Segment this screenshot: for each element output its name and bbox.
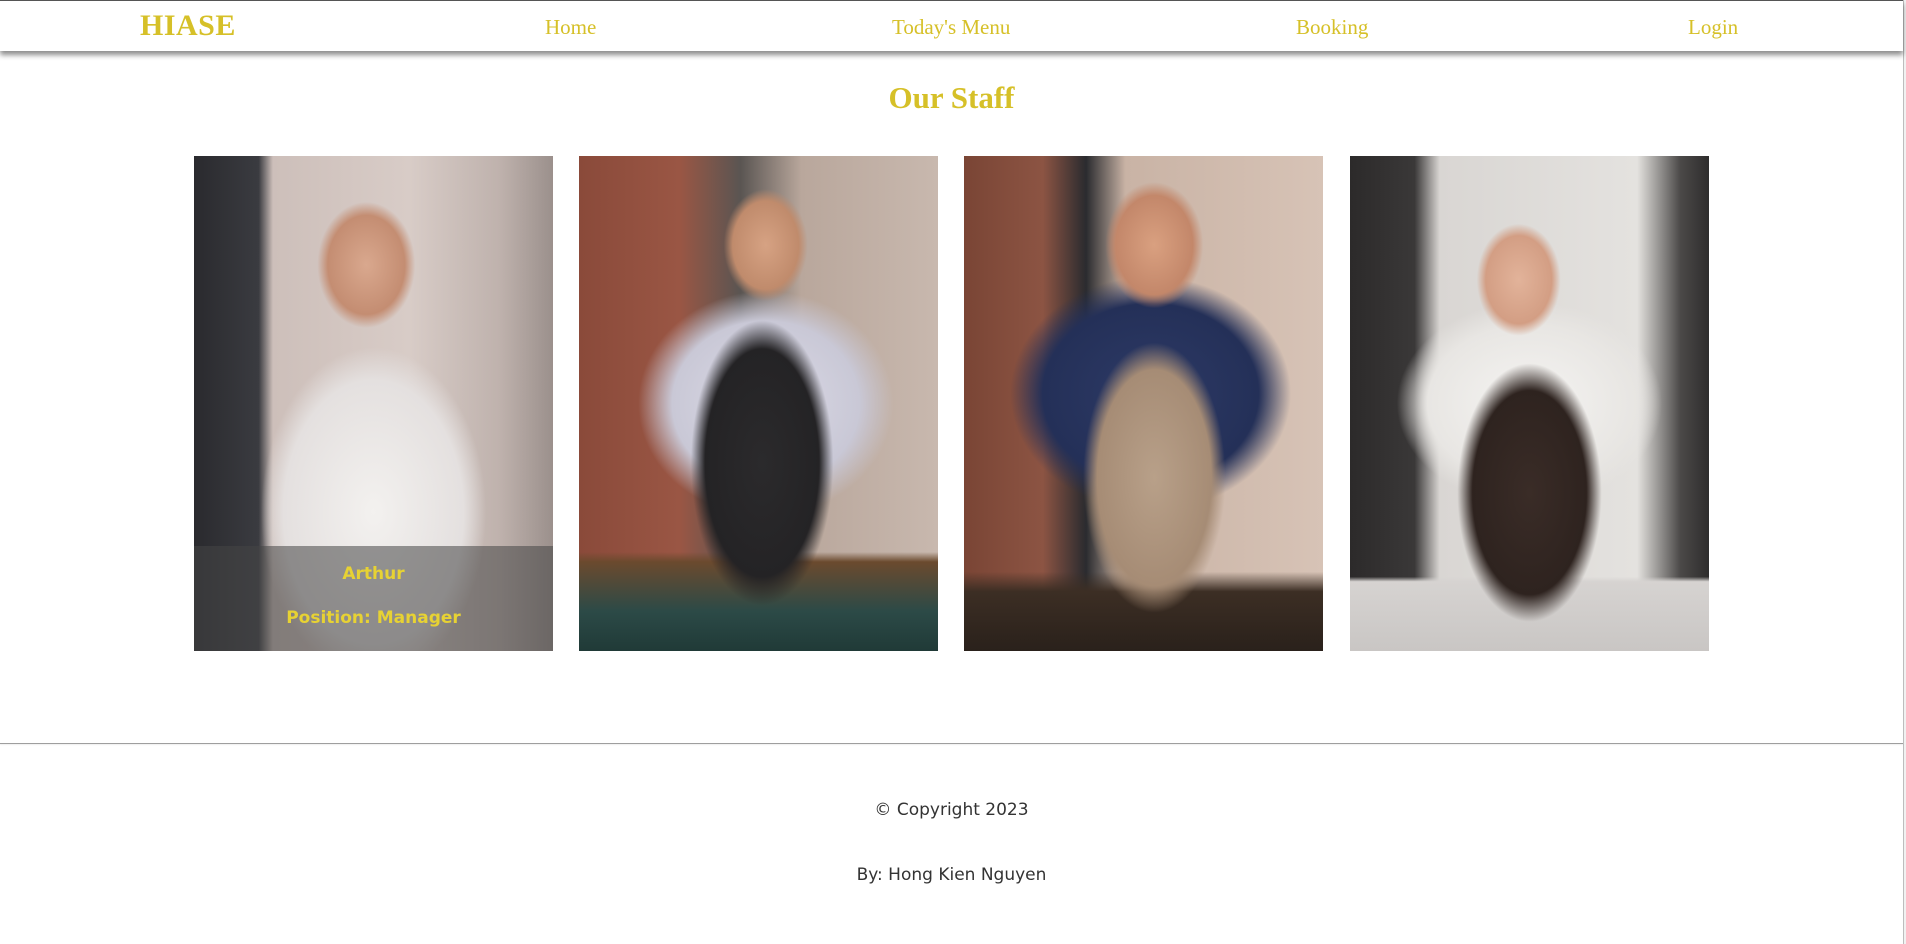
staff-photo-4 [1350,156,1709,651]
staff-card-2[interactable] [579,156,938,651]
footer-author: By: Hong Kien Nguyen [856,865,1047,885]
staff-position: Position: Manager [286,608,461,628]
nav-link-home[interactable]: Home [545,15,596,40]
staff-name: Arthur [342,564,405,584]
footer-divider [0,743,1903,744]
nav-link-booking[interactable]: Booking [1296,15,1368,40]
staff-card-1[interactable]: Arthur Position: Manager [194,156,553,651]
top-navbar: HIASE Home Today's Menu Booking Login [0,0,1903,51]
staff-card-3[interactable] [964,156,1323,651]
staff-photo-3 [964,156,1323,651]
nav-link-login[interactable]: Login [1688,15,1738,40]
staff-caption: Arthur Position: Manager [194,546,553,651]
page: HIASE Home Today's Menu Booking Login Ou… [0,0,1906,944]
brand-logo[interactable]: HIASE [140,9,236,43]
nav-link-todays-menu[interactable]: Today's Menu [892,15,1010,40]
section-title: Our Staff [888,80,1015,115]
staff-photo-2 [579,156,938,651]
footer-copyright: © Copyright 2023 [874,800,1029,820]
staff-card-4[interactable] [1350,156,1709,651]
